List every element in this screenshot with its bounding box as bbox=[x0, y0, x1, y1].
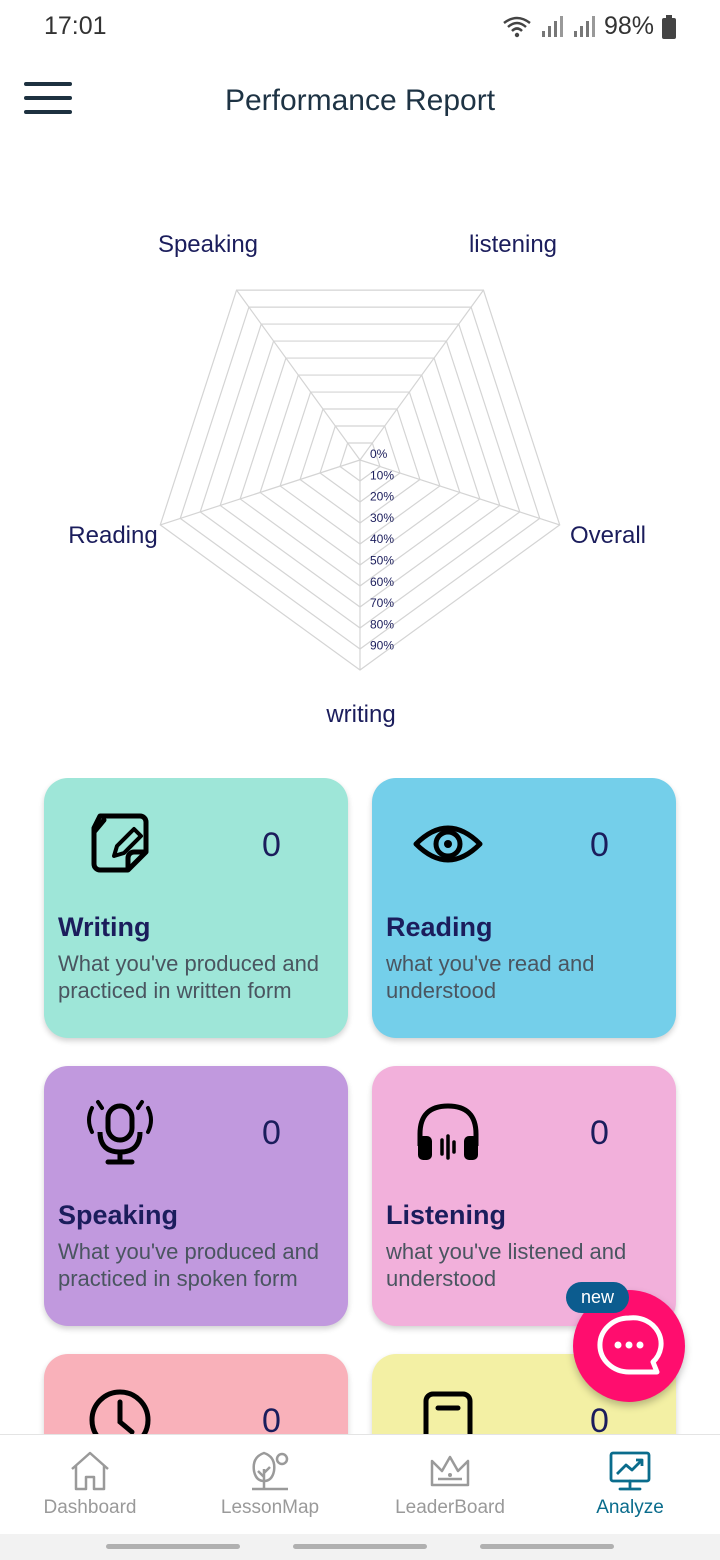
radar-tick-label: 90% bbox=[370, 639, 394, 653]
nav-dashboard-label: Dashboard bbox=[43, 1497, 137, 1518]
reading-count: 0 bbox=[590, 826, 609, 864]
radar-tick-label: 10% bbox=[370, 468, 394, 482]
time-count: 0 bbox=[262, 1402, 281, 1434]
status-icons: 98% bbox=[502, 12, 676, 41]
listening-description: what you've listened and understood bbox=[386, 1239, 627, 1291]
status-bar: 17:01 98% bbox=[0, 0, 720, 56]
radar-tick-label: 70% bbox=[370, 596, 394, 610]
time-card[interactable]: 0 bbox=[44, 1354, 348, 1434]
reading-title: Reading bbox=[386, 912, 493, 942]
gesture-handle[interactable] bbox=[480, 1544, 614, 1549]
notes-count: 0 bbox=[590, 1402, 609, 1434]
nav-lessonmap-label: LessonMap bbox=[220, 1497, 320, 1518]
radar-tick-label: 80% bbox=[370, 617, 394, 631]
gesture-handle[interactable] bbox=[106, 1544, 240, 1549]
nav-leaderboard-label: LeaderBoard bbox=[395, 1497, 505, 1518]
radar-axis-label-writing: writing bbox=[325, 701, 395, 728]
radar-tick-label: 60% bbox=[370, 575, 394, 589]
radar-axis-label-speaking: Speaking bbox=[158, 231, 258, 258]
writing-count: 0 bbox=[262, 826, 281, 864]
radar-axis-label-listening: listening bbox=[469, 231, 557, 258]
headphones-icon bbox=[417, 1103, 479, 1160]
nav-leaderboard[interactable]: LeaderBoard bbox=[360, 1435, 540, 1535]
radar-tick-label: 20% bbox=[370, 490, 394, 504]
speaking-title: Speaking bbox=[58, 1200, 179, 1230]
writing-card[interactable]: 0 Writing What you've produced and pract… bbox=[44, 778, 348, 1038]
edit-note-icon bbox=[91, 813, 149, 873]
radar-chart: 0% 10% 20% 30% 40% 50% 60% 70% 80% 90% listening O… bbox=[68, 231, 646, 728]
radar-axis-label-reading: Reading bbox=[68, 522, 157, 549]
page-title: Performance Report bbox=[224, 84, 496, 117]
listening-count: 0 bbox=[590, 1114, 609, 1152]
listening-card[interactable]: 0 Listening what you've listened and und… bbox=[372, 1066, 676, 1326]
nav-analyze[interactable]: Analyze bbox=[540, 1435, 720, 1535]
speaking-card[interactable]: 0 Speaking What you've produced and prac… bbox=[44, 1066, 348, 1326]
speaking-description: What you've produced and practiced in sp… bbox=[58, 1239, 320, 1291]
radar-tick-label: 50% bbox=[370, 554, 394, 568]
nav-lessonmap[interactable]: LessonMap bbox=[180, 1435, 360, 1535]
bottom-navigation: Dashboard LessonMap LeaderBoard Analyze bbox=[0, 1434, 720, 1535]
new-badge: new bbox=[566, 1282, 629, 1313]
radar-tick-label: 30% bbox=[370, 511, 394, 525]
radar-tick-label: 40% bbox=[370, 532, 394, 546]
nav-dashboard[interactable]: Dashboard bbox=[0, 1435, 180, 1535]
reading-card[interactable]: 0 Reading what you've read and understoo… bbox=[372, 778, 676, 1038]
home-icon bbox=[71, 1451, 109, 1491]
app-header: Performance Report bbox=[0, 60, 720, 150]
writing-description: What you've produced and practiced in wr… bbox=[58, 951, 320, 1003]
gesture-handle[interactable] bbox=[293, 1544, 427, 1549]
signal-icon bbox=[541, 15, 563, 37]
battery-icon bbox=[662, 14, 676, 39]
gesture-area bbox=[0, 1534, 720, 1560]
radar-grid bbox=[159, 289, 561, 671]
status-time: 17:01 bbox=[44, 12, 107, 40]
clock-icon bbox=[89, 1389, 151, 1434]
wifi-icon bbox=[503, 16, 531, 37]
radar-spoke bbox=[160, 459, 361, 526]
map-tree-icon bbox=[252, 1451, 289, 1491]
radar-tick-label: 0% bbox=[370, 447, 388, 461]
nav-analyze-label: Analyze bbox=[596, 1497, 664, 1518]
analytics-monitor-icon bbox=[609, 1451, 651, 1491]
note-icon bbox=[423, 1391, 473, 1434]
crown-icon bbox=[430, 1455, 470, 1487]
eye-icon bbox=[413, 825, 483, 863]
reading-description: what you've read and understood bbox=[386, 951, 595, 1003]
writing-title: Writing bbox=[58, 912, 151, 942]
microphone-icon bbox=[87, 1100, 153, 1165]
signal-icon-2 bbox=[573, 15, 595, 37]
radar-axis-label-overall: Overall bbox=[570, 522, 646, 549]
radar-tick-labels: 0% 10% 20% 30% 40% 50% 60% 70% 80% 90% bbox=[370, 447, 394, 653]
battery-percent: 98% bbox=[603, 12, 654, 40]
listening-title: Listening bbox=[386, 1200, 506, 1230]
speaking-count: 0 bbox=[262, 1114, 281, 1152]
